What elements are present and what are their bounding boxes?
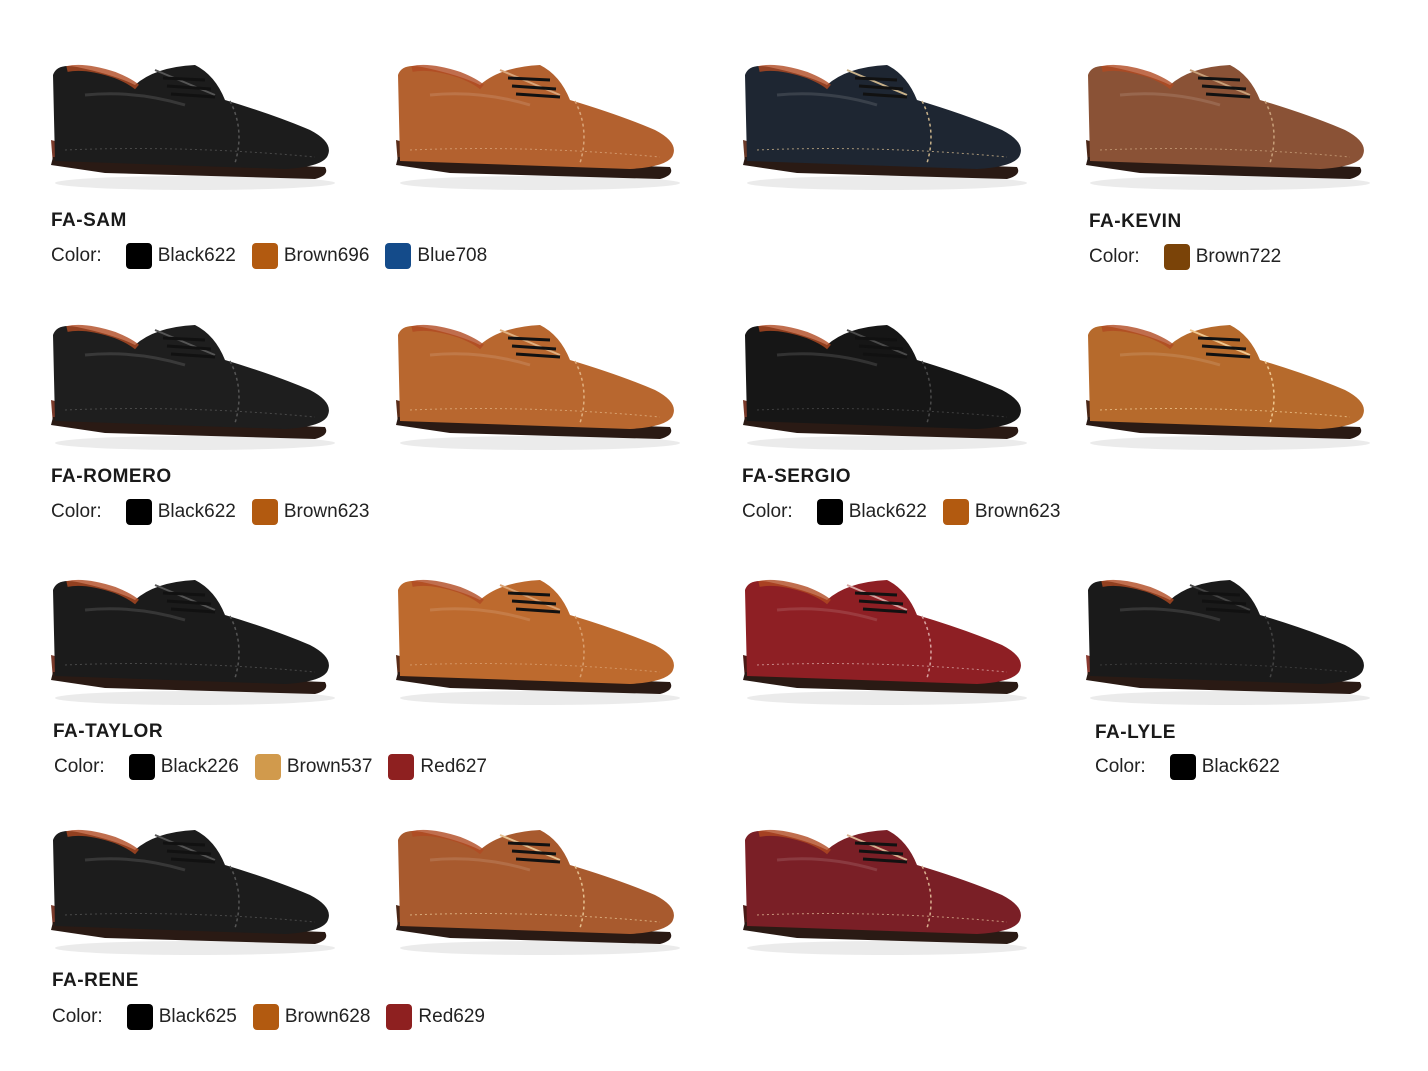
shoe-image-sam-black[interactable]	[45, 45, 345, 195]
color-option[interactable]: Red627	[388, 754, 487, 780]
color-option[interactable]: Black622	[125, 499, 236, 525]
color-option-label: Blue708	[417, 245, 488, 266]
color-option-label: Brown696	[283, 245, 370, 266]
color-prefix-label: Color:	[52, 1006, 103, 1027]
color-option-label: Black625	[158, 1006, 237, 1027]
color-option[interactable]: Black226	[128, 754, 239, 780]
product-name-sam: FA-SAM	[51, 210, 127, 231]
color-option-label: Black622	[1201, 756, 1280, 777]
shoe-illustration	[51, 64, 335, 190]
shoe-image-sam-brown[interactable]	[390, 45, 690, 195]
color-swatch[interactable]	[1163, 244, 1190, 270]
color-swatch[interactable]	[1169, 754, 1196, 780]
color-option[interactable]: Brown696	[251, 243, 370, 269]
color-swatch[interactable]	[388, 754, 415, 780]
shoe-illustration	[743, 324, 1027, 450]
color-prefix-label: Color:	[1089, 246, 1140, 267]
shoe-illustration	[51, 829, 335, 955]
color-swatch[interactable]	[254, 754, 281, 780]
shoe-image-taylor-red[interactable]	[737, 560, 1037, 710]
color-swatch[interactable]	[816, 499, 843, 525]
color-option-label: Black226	[160, 756, 239, 777]
color-swatch[interactable]	[251, 499, 278, 525]
color-row-romero: Color: Black622 Brown623	[51, 499, 385, 525]
color-swatch[interactable]	[385, 243, 412, 269]
product-name-sergio: FA-SERGIO	[742, 466, 852, 487]
color-option-label: Black622	[157, 245, 236, 266]
color-option[interactable]: Black625	[126, 1004, 237, 1030]
color-prefix-label: Color:	[51, 245, 102, 266]
shoe-image-rene-red[interactable]	[737, 810, 1037, 960]
color-option-label: Brown623	[974, 501, 1061, 522]
color-option[interactable]: Brown623	[942, 499, 1061, 525]
color-option-label: Brown623	[283, 501, 370, 522]
color-swatch[interactable]	[125, 499, 152, 525]
color-option[interactable]: Red629	[386, 1004, 485, 1030]
product-name-kevin: FA-KEVIN	[1089, 211, 1182, 232]
color-option-label: Brown722	[1195, 246, 1282, 267]
color-option-label: Red627	[420, 756, 487, 777]
color-swatch[interactable]	[942, 499, 969, 525]
shoe-image-kevin-brown[interactable]	[1080, 45, 1380, 195]
color-prefix-label: Color:	[51, 501, 102, 522]
shoe-illustration	[1086, 324, 1370, 450]
shoe-illustration	[51, 324, 335, 450]
color-row-sergio: Color: Black622 Brown623	[742, 499, 1076, 525]
product-name-taylor: FA-TAYLOR	[53, 721, 164, 742]
color-row-taylor: Color: Black226 Brown537 Red627	[54, 754, 503, 780]
color-option[interactable]: Black622	[125, 243, 236, 269]
color-swatch[interactable]	[125, 243, 152, 269]
color-option[interactable]: Brown628	[252, 1004, 371, 1030]
shoe-illustration	[51, 579, 335, 705]
color-swatch[interactable]	[386, 1004, 413, 1030]
shoe-illustration	[743, 579, 1027, 705]
shoe-illustration	[1086, 64, 1370, 190]
product-name-lyle: FA-LYLE	[1095, 722, 1176, 743]
color-swatch[interactable]	[251, 243, 278, 269]
shoe-image-taylor-black[interactable]	[45, 560, 345, 710]
color-option-label: Brown628	[284, 1006, 371, 1027]
shoe-image-taylor-brown[interactable]	[390, 560, 690, 710]
shoe-illustration	[396, 64, 680, 190]
shoe-illustration	[1086, 579, 1370, 705]
shoe-illustration	[396, 829, 680, 955]
color-row-kevin: Color: Brown722	[1089, 244, 1297, 270]
color-prefix-label: Color:	[54, 756, 105, 777]
color-option-label: Brown537	[286, 756, 373, 777]
color-option-label: Black622	[848, 501, 927, 522]
product-name-rene: FA-RENE	[52, 970, 139, 991]
shoe-image-lyle-black[interactable]	[1080, 560, 1380, 710]
color-swatch[interactable]	[252, 1004, 279, 1030]
color-option[interactable]: Blue708	[385, 243, 487, 269]
color-swatch[interactable]	[128, 754, 155, 780]
shoe-image-sergio-black[interactable]	[737, 305, 1037, 455]
shoe-illustration	[743, 829, 1027, 955]
color-option[interactable]: Brown722	[1163, 244, 1282, 270]
color-row-rene: Color: Black625 Brown628 Red629	[52, 1004, 501, 1030]
shoe-image-sam-blue[interactable]	[737, 45, 1037, 195]
shoe-illustration	[396, 579, 680, 705]
color-option[interactable]: Brown537	[254, 754, 373, 780]
color-prefix-label: Color:	[1095, 756, 1146, 777]
color-row-lyle: Color: Black622	[1095, 754, 1296, 780]
color-option-label: Black622	[157, 501, 236, 522]
shoe-image-rene-brown[interactable]	[390, 810, 690, 960]
shoe-image-rene-black[interactable]	[45, 810, 345, 960]
color-row-sam: Color: Black622 Brown696 Blue708	[51, 243, 503, 269]
shoe-illustration	[743, 64, 1027, 190]
product-name-romero: FA-ROMERO	[51, 466, 172, 487]
shoe-image-sergio-brown[interactable]	[1080, 305, 1380, 455]
color-option[interactable]: Brown623	[251, 499, 370, 525]
color-swatch[interactable]	[126, 1004, 153, 1030]
color-prefix-label: Color:	[742, 501, 793, 522]
shoe-image-romero-brown[interactable]	[390, 305, 690, 455]
color-option[interactable]: Black622	[816, 499, 927, 525]
color-option[interactable]: Black622	[1169, 754, 1280, 780]
shoe-image-romero-black[interactable]	[45, 305, 345, 455]
color-option-label: Red629	[418, 1006, 485, 1027]
shoe-illustration	[396, 324, 680, 450]
